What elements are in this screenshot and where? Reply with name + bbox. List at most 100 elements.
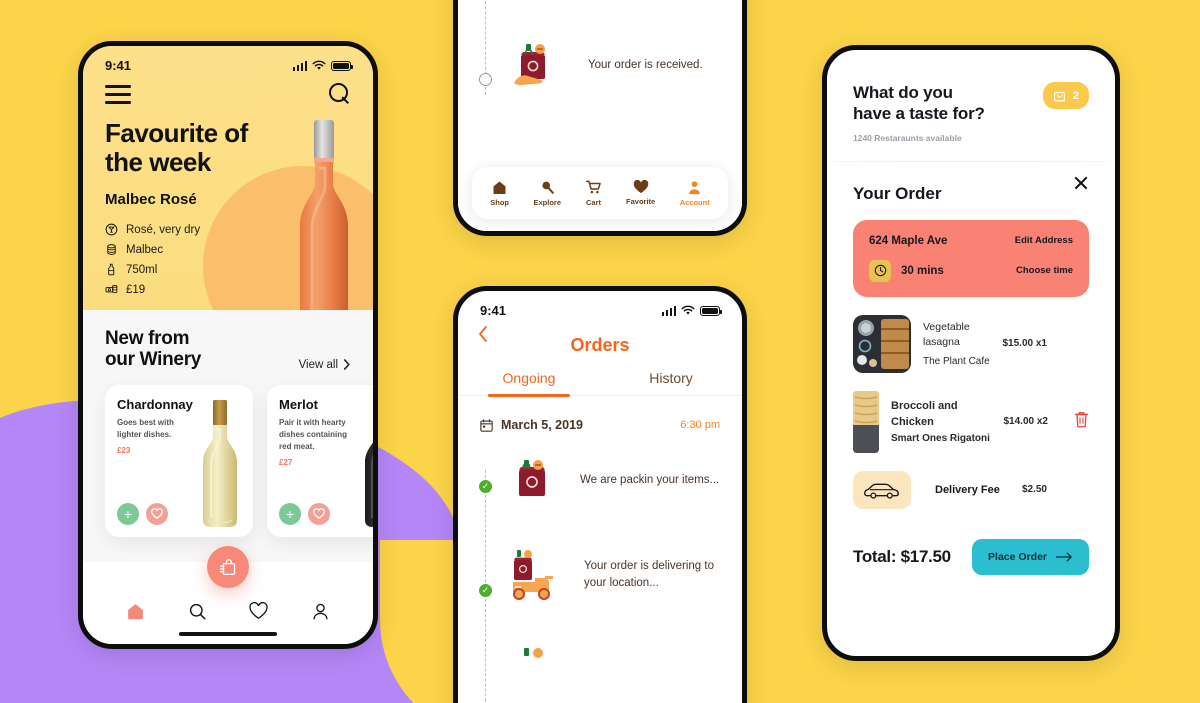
tracking-step-text: We are packin your items... [580,474,720,487]
status-bar: 9:41 [83,46,373,77]
home-icon [128,603,144,619]
home-icon [493,181,506,194]
tracking-step: Your order is received. [512,41,703,91]
pasta-photo [853,390,879,453]
tab-account[interactable]: Account [680,180,710,207]
winery-title: New from our Winery [105,328,201,371]
order-time: 6:30 pm [680,419,720,431]
eta-label: 30 mins [901,264,944,277]
add-to-cart-button[interactable]: + [279,502,301,525]
tracking-step-dot [479,73,492,86]
spec-label: Rosé, very dry [126,223,201,236]
cart-count: 2 [1072,89,1079,102]
heart-icon [151,508,163,520]
heart-icon [313,508,325,520]
wifi-icon [312,60,326,70]
tab-label: Favorite [626,197,656,206]
cart-title-line2: have a taste for? [853,104,985,124]
home-indicator [179,632,277,636]
edit-address-button[interactable]: Edit Address [1015,235,1073,246]
wine-card[interactable]: Chardonnay Goes best with lighter dishes… [105,384,253,537]
tab-label: Explore [533,197,562,207]
delivery-fee-row: Delivery Fee $2.50 [853,470,1089,509]
tab-search[interactable] [181,597,213,625]
winery-section: New from our Winery View all Chardonnay … [83,310,373,563]
delivery-address-card: 624 Maple Ave Edit Address 30 mins Choos… [853,219,1089,297]
winery-title-line2: our Winery [105,349,202,371]
phone-orders-screen: 9:41 Orders Ongoing History March 5, 201… [453,286,747,703]
scooter-delivery-icon [513,550,553,600]
wine-card-desc: Goes best with lighter dishes. [117,417,174,439]
tab-label: Shop [490,197,509,207]
cart-fab-button[interactable] [207,546,249,588]
order-date-row: March 5, 2019 6:30 pm [458,396,742,432]
tab-account[interactable] [304,597,336,625]
your-order-title: Your Order [853,183,942,203]
clock-icon-box [869,259,891,282]
orders-tabs: Ongoing History [458,370,742,396]
battery-icon [331,60,353,71]
tab-home[interactable] [120,597,152,625]
favorite-button[interactable] [146,502,168,525]
magnifier-icon [542,181,554,194]
cart-badge-button[interactable]: 2 [1042,82,1089,109]
wifi-icon [681,305,695,315]
search-icon [189,603,206,619]
section-divider [827,160,1115,162]
tracking-step-text: Your order is received. [588,59,703,72]
order-item-restaurant: The Plant Cafe [923,355,990,367]
order-item-price: $15.00 x1 [1002,338,1048,349]
phone-order-tracking-screen: Your order is received. Shop Explore Car… [453,0,747,236]
search-icon[interactable] [329,83,351,105]
tab-favorites[interactable] [243,597,275,625]
add-to-cart-button[interactable]: + [117,502,139,525]
cart-title-line1: What do you [853,83,953,102]
shopping-bag-icon [524,648,543,658]
favorite-button[interactable] [308,502,330,525]
order-item-price: $14.00 x2 [1003,416,1049,427]
spec-label: 750ml [126,263,158,276]
tracking-step: Your order is delivering to your locatio… [506,546,724,604]
bottom-tab-bar: Shop Explore Cart Favorite Account [472,167,728,219]
signal-icon [661,305,676,316]
choose-time-button[interactable]: Choose time [1016,265,1073,276]
tab-cart[interactable]: Cart [585,180,602,207]
trash-icon[interactable] [1074,411,1089,433]
page-title: Orders [570,335,630,355]
place-order-button[interactable]: Place Order [972,538,1089,575]
heart-icon [249,602,268,620]
shopping-bag-icon [1053,92,1065,102]
wine-card-list: Chardonnay Goes best with lighter dishes… [105,384,373,537]
hero-section: 9:41 Favourite of the week Malbec Rosé R… [83,46,373,311]
spec-label: Malbec [126,243,164,256]
merlot-bottle-image [365,442,373,527]
order-total: Total: $17.50 [853,546,951,566]
status-bar: 9:41 [458,291,742,322]
hamburger-menu-icon[interactable] [105,84,131,104]
view-all-label: View all [298,358,338,371]
tab-history[interactable]: History [600,370,742,395]
chevron-right-icon [343,359,350,371]
battery-icon [700,305,722,316]
tab-favorite[interactable]: Favorite [626,180,655,206]
tracking-step [512,646,552,692]
order-item-name: Vegetable lasagna [923,321,970,348]
chardonnay-bottle-image [203,399,237,527]
signal-icon [292,60,307,71]
close-icon[interactable] [1073,175,1089,191]
lasagna-photo [853,314,911,373]
phone-home-screen: 9:41 Favourite of the week Malbec Rosé R… [78,41,378,649]
order-item: Broccoli and Chicken Smart Ones Rigatoni… [853,390,1089,453]
shopping-bag-icon [519,460,545,496]
tab-label: History [649,370,693,386]
view-all-link[interactable]: View all [299,359,351,371]
wine-card[interactable]: Merlot Pair it with hearty dishes contai… [267,384,373,537]
order-date-label: March 5, 2019 [501,418,583,432]
wine-bottle-image [300,120,348,311]
tab-shop[interactable]: Shop [490,180,509,207]
tab-ongoing[interactable]: Ongoing [458,370,600,395]
tab-label: Cart [586,197,602,207]
shopping-bag-icon [219,558,235,575]
tab-explore[interactable]: Explore [533,180,562,207]
calendar-icon [480,418,493,432]
